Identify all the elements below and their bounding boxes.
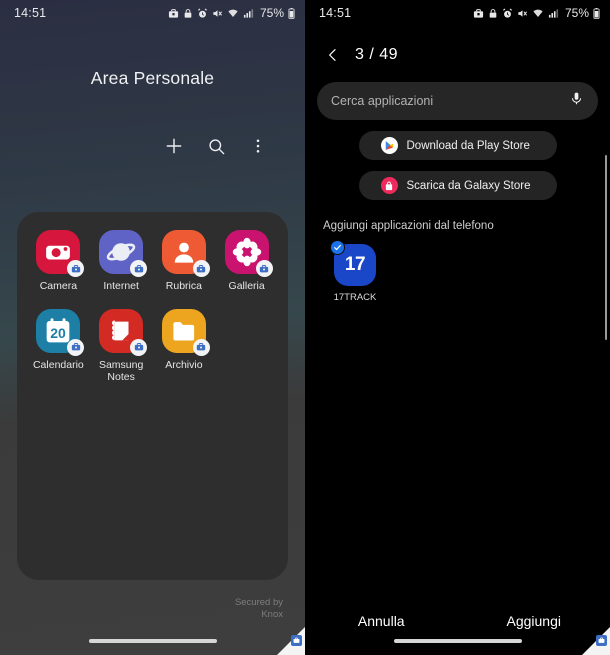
app-icon-wrap: [36, 230, 85, 277]
right-panel-add-apps: 14:51 75% 3 / 49 Cerca applicazioni Down…: [305, 0, 610, 655]
app-rubrica[interactable]: Rubrica: [153, 230, 216, 293]
app-label: Archivio: [165, 358, 203, 371]
signal-icon: [243, 8, 254, 19]
lock-icon: [183, 8, 193, 19]
app-archivio[interactable]: Archivio: [153, 308, 216, 384]
galaxy-store-button[interactable]: Scarica da Galaxy Store: [358, 171, 557, 200]
dual-screen-comparison: 14:51 75% Area Personale Camera Internet…: [0, 0, 610, 655]
17track-icon-text: 17: [344, 254, 366, 275]
knox-brand: Knox: [261, 609, 283, 620]
mute-icon: [517, 8, 528, 19]
phone-apps-grid: 17 17TRACK: [327, 240, 610, 303]
add-button[interactable]: [163, 135, 185, 157]
app-label: Internet: [103, 280, 139, 292]
app-icon-wrap: [161, 230, 210, 277]
app-icon-wrap: [99, 308, 148, 356]
section-title-phone-apps: Aggiungi applicazioni dal telefono: [323, 220, 494, 232]
work-profile-corner-icon: [291, 635, 302, 646]
knox-secured-by: Secured by: [234, 597, 283, 608]
status-bar-left: 14:51 75%: [0, 0, 305, 26]
app-label: Samsung Notes: [98, 358, 144, 384]
knox-watermark: Secured by Knox: [235, 597, 283, 621]
folder-title: Area Personale: [90, 68, 215, 88]
back-chevron-icon[interactable]: [325, 47, 341, 63]
wifi-icon: [227, 8, 239, 19]
folder-app-sheet: Camera Internet Rubrica Galleria 20 Cale…: [17, 212, 288, 580]
gesture-bar-right[interactable]: [393, 639, 522, 643]
app-calendario[interactable]: 20 Calendario: [27, 308, 90, 384]
alarm-icon: [197, 7, 208, 19]
work-profile-badge: [192, 338, 210, 356]
bottom-action-bar: Annulla Aggiungi: [305, 613, 610, 629]
search-input[interactable]: Cerca applicazioni: [317, 82, 598, 120]
work-profile-icon: [473, 8, 484, 19]
selection-counter: 3 / 49: [355, 46, 399, 63]
app-icon-wrap: [161, 308, 210, 356]
battery-percent: 75%: [564, 6, 589, 20]
work-profile-badge: [255, 260, 273, 277]
battery-icon: [593, 7, 600, 19]
app-icon-wrap: [99, 230, 148, 277]
app-grid: Camera Internet Rubrica Galleria 20 Cale…: [27, 230, 278, 384]
app-label: Galleria: [228, 280, 265, 292]
scrollbar[interactable]: [604, 155, 607, 340]
status-bar-right: 14:51 75%: [305, 0, 610, 26]
alarm-icon: [502, 7, 513, 19]
corner-watermark-left: [273, 623, 305, 655]
download-play-store-button[interactable]: Download da Play Store: [358, 131, 557, 160]
wifi-icon: [532, 8, 544, 19]
lock-icon: [488, 8, 498, 19]
folder-action-bar: [0, 135, 305, 157]
search-icon[interactable]: [205, 135, 227, 157]
app-samsung-notes[interactable]: Samsung Notes: [90, 308, 153, 384]
app-label: Calendario: [32, 358, 84, 371]
app-icon-wrap: [224, 230, 273, 277]
battery-percent: 75%: [259, 6, 284, 20]
gesture-bar-left[interactable]: [88, 639, 217, 643]
play-store-icon: [380, 137, 398, 154]
app-icon-wrap: 20: [36, 308, 85, 356]
app-internet[interactable]: Internet: [90, 230, 153, 293]
phone-app-icon-wrap: 17: [330, 240, 376, 286]
work-profile-badge: [192, 260, 210, 277]
battery-icon: [288, 7, 295, 19]
work-profile-badge: [130, 338, 148, 356]
phone-app-label: 17TRACK: [333, 292, 377, 303]
galaxy-store-icon: [380, 177, 398, 194]
store-button-label: Scarica da Galaxy Store: [406, 179, 531, 192]
app-label: Rubrica: [165, 280, 202, 292]
cancel-button[interactable]: Annulla: [305, 613, 458, 629]
nav-row: 3 / 49: [305, 26, 610, 64]
corner-watermark-right: [578, 623, 610, 655]
phone-app-17track[interactable]: 17 17TRACK: [327, 240, 383, 303]
status-time: 14:51: [14, 6, 47, 20]
store-button-label: Download da Play Store: [406, 139, 530, 152]
app-galleria[interactable]: Galleria: [215, 230, 278, 293]
mute-icon: [212, 8, 223, 19]
work-profile-badge: [67, 338, 85, 356]
selected-checkmark-badge[interactable]: [330, 240, 345, 255]
app-camera[interactable]: Camera: [27, 230, 90, 293]
work-profile-corner-icon: [596, 635, 607, 646]
signal-icon: [548, 8, 559, 19]
status-time: 14:51: [319, 6, 352, 20]
status-icons: 75%: [473, 6, 600, 20]
svg-text:20: 20: [51, 325, 67, 341]
work-profile-badge: [67, 260, 85, 277]
microphone-icon[interactable]: [569, 91, 584, 111]
work-profile-badge: [130, 260, 148, 277]
app-label: Camera: [39, 280, 78, 292]
status-icons: 75%: [168, 6, 295, 20]
work-profile-icon: [168, 8, 179, 19]
left-panel-secure-folder: 14:51 75% Area Personale Camera Internet…: [0, 0, 305, 655]
search-placeholder: Cerca applicazioni: [331, 94, 434, 108]
more-vertical-icon[interactable]: [247, 135, 269, 157]
